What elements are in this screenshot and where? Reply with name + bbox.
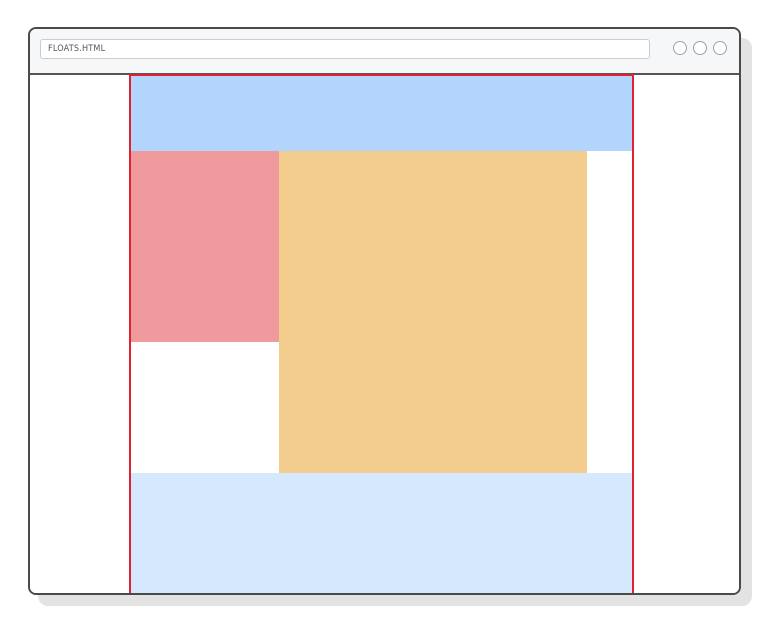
main-float-block <box>279 151 587 473</box>
window-control-circle-icon[interactable] <box>693 41 707 55</box>
window-controls <box>673 41 727 55</box>
browser-window: FLOATS.HTML <box>28 27 741 595</box>
address-bar[interactable]: FLOATS.HTML <box>40 39 650 59</box>
left-float-block <box>131 151 279 342</box>
page-viewport <box>30 74 739 593</box>
window-control-circle-icon[interactable] <box>673 41 687 55</box>
footer-block <box>131 473 632 593</box>
diagram-canvas: FLOATS.HTML <box>0 0 766 620</box>
address-text: FLOATS.HTML <box>48 44 106 54</box>
header-block <box>131 76 632 151</box>
window-control-circle-icon[interactable] <box>713 41 727 55</box>
container-box <box>129 74 634 593</box>
browser-titlebar: FLOATS.HTML <box>30 29 739 75</box>
